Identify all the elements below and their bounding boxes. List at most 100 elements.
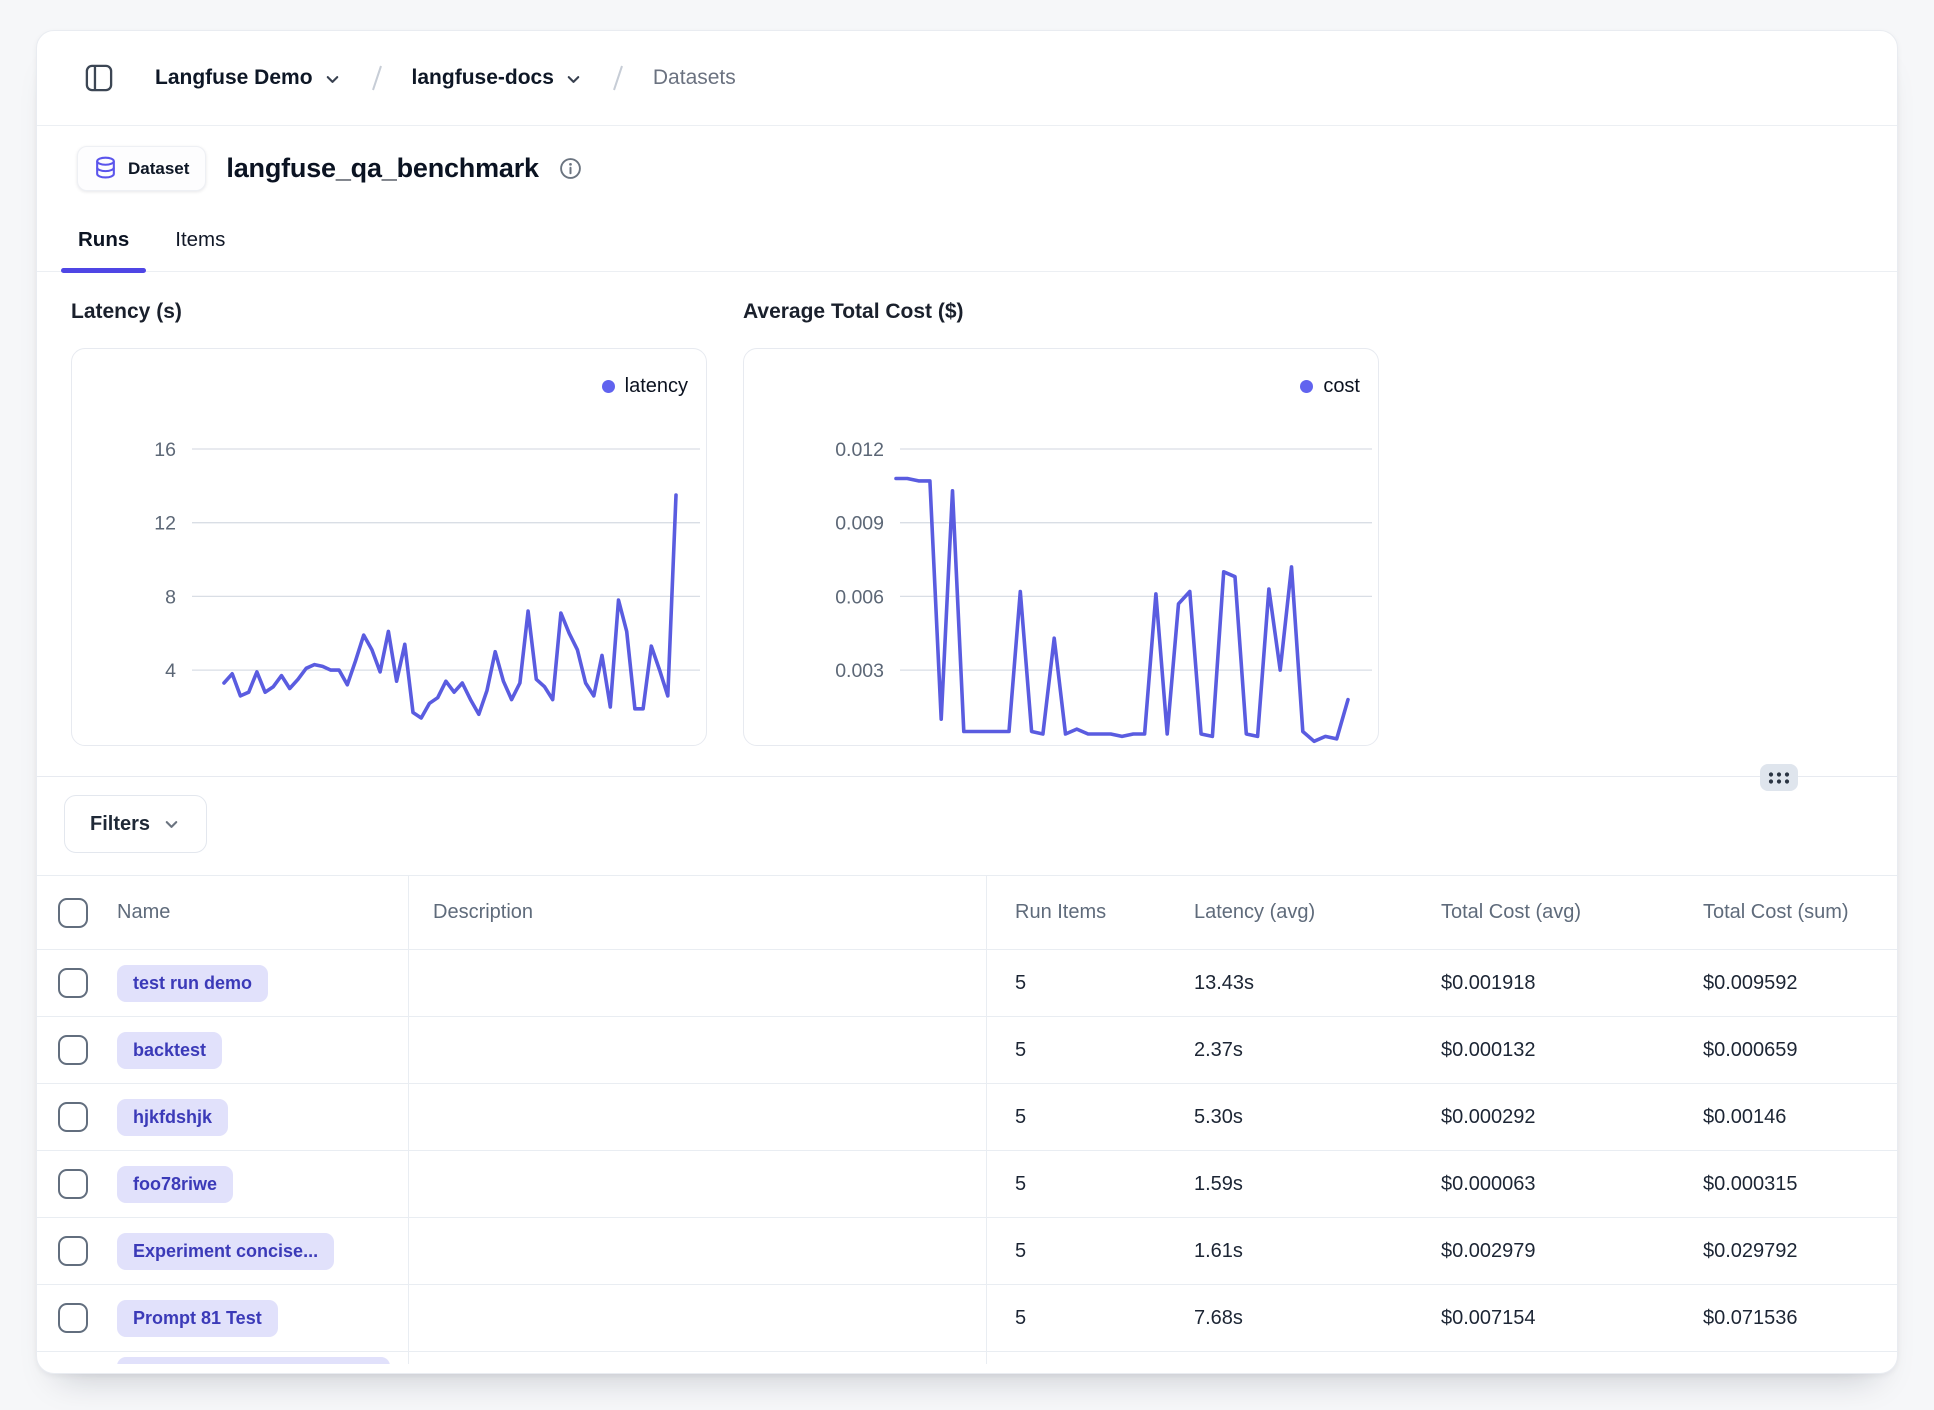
header-name: Name	[111, 876, 409, 949]
latency-chart-group: Latency (s) 16 12 8 4 latency	[71, 300, 707, 746]
chevron-down-icon	[323, 70, 342, 89]
svg-text:8: 8	[165, 586, 176, 608]
row-checkbox[interactable]	[58, 1169, 88, 1199]
tab-runs[interactable]: Runs	[61, 209, 146, 271]
row-total-cost-sum-cell: $0.009592	[1675, 950, 1897, 1016]
row-total-cost-avg-cell: $0.001918	[1413, 950, 1675, 1016]
table-row: foo78riwe 5 1.59s $0.000063 $0.000315	[37, 1151, 1897, 1218]
row-run-items-cell: 5	[987, 1017, 1166, 1083]
run-name-badge[interactable]: hjkfdshjk	[117, 1099, 228, 1136]
row-total-cost-avg-cell: $0.002979	[1413, 1218, 1675, 1284]
title-row: Dataset langfuse_qa_benchmark	[37, 126, 1897, 191]
chevron-down-icon	[564, 70, 583, 89]
legend-dot-icon	[602, 380, 615, 393]
svg-text:0.006: 0.006	[835, 586, 884, 608]
latency-chart-card: 16 12 8 4 latency	[71, 348, 707, 746]
row-run-items-cell: 5	[987, 1084, 1166, 1150]
row-total-cost-avg-cell: $0.007154	[1413, 1285, 1675, 1351]
row-name-cell: Experiment concise...	[111, 1218, 409, 1284]
select-all-checkbox[interactable]	[58, 898, 88, 928]
row-total-cost-sum-cell: $0.029792	[1675, 1218, 1897, 1284]
run-name-badge[interactable]: test run demo	[117, 965, 268, 1002]
row-total-cost-sum-cell: $0.071536	[1675, 1285, 1897, 1351]
filters-button[interactable]: Filters	[64, 795, 207, 853]
header-run-items: Run Items	[987, 876, 1166, 949]
latency-line-chart: 16 12 8 4	[72, 349, 708, 747]
row-checkbox[interactable]	[58, 1236, 88, 1266]
info-icon[interactable]	[559, 157, 582, 180]
run-name-badge[interactable]: backtest	[117, 1032, 222, 1069]
cost-chart-group: Average Total Cost ($) 0.0120.0090.0060.…	[743, 300, 1379, 746]
run-name-badge[interactable]: foo78riwe	[117, 1166, 233, 1203]
tab-items[interactable]: Items	[158, 209, 242, 271]
row-name-cell: Prompt 81 Test	[111, 1285, 409, 1351]
table-row: test run demo 5 13.43s $0.001918 $0.0095…	[37, 950, 1897, 1017]
database-icon	[94, 156, 117, 181]
topbar: Langfuse Demo langfuse-docs Datasets	[37, 31, 1897, 126]
header-checkbox-cell	[37, 876, 111, 949]
filters-row: Filters	[37, 777, 1897, 853]
dataset-badge-label: Dataset	[128, 159, 189, 179]
breadcrumb-slash-icon	[366, 63, 388, 93]
row-description-cell	[409, 1285, 987, 1351]
row-total-cost-avg-cell: $0.000292	[1413, 1084, 1675, 1150]
svg-text:12: 12	[154, 513, 176, 535]
row-name-cell	[111, 1352, 409, 1364]
filters-button-label: Filters	[90, 813, 150, 836]
row-run-items-cell: 5	[987, 1151, 1166, 1217]
sidebar-toggle-button[interactable]	[77, 56, 121, 100]
svg-text:16: 16	[154, 439, 176, 461]
legend-label: latency	[625, 375, 688, 398]
latency-chart-title: Latency (s)	[71, 300, 707, 324]
dataset-type-badge: Dataset	[77, 146, 206, 191]
cost-line-chart: 0.0120.0090.0060.003	[744, 349, 1380, 747]
header-description: Description	[409, 876, 987, 949]
breadcrumb-repo-selector[interactable]: langfuse-docs	[412, 66, 583, 90]
row-total-cost-sum-cell: $0.00146	[1675, 1084, 1897, 1150]
row-total-cost-avg-cell: $0.000132	[1413, 1017, 1675, 1083]
row-description-cell	[409, 1084, 987, 1150]
row-run-items-cell: 5	[987, 950, 1166, 1016]
table-row: hjkfdshjk 5 5.30s $0.000292 $0.00146	[37, 1084, 1897, 1151]
cost-chart-card: 0.0120.0090.0060.003 cost	[743, 348, 1379, 746]
svg-text:0.003: 0.003	[835, 660, 884, 682]
row-name-cell: test run demo	[111, 950, 409, 1016]
grip-dots-icon	[1766, 769, 1792, 787]
row-checkbox-cell	[37, 1352, 111, 1364]
section-divider	[37, 776, 1897, 777]
row-checkbox[interactable]	[58, 1035, 88, 1065]
row-name-cell: backtest	[111, 1017, 409, 1083]
row-checkbox-cell	[37, 1084, 111, 1150]
breadcrumb-page[interactable]: Datasets	[653, 66, 736, 90]
table-body: test run demo 5 13.43s $0.001918 $0.0095…	[37, 950, 1897, 1364]
row-checkbox[interactable]	[58, 968, 88, 998]
table-row-partial	[37, 1352, 1897, 1364]
breadcrumb-project-selector[interactable]: Langfuse Demo	[155, 66, 342, 90]
row-checkbox-cell	[37, 1151, 111, 1217]
page-title: langfuse_qa_benchmark	[226, 153, 538, 184]
header-total-cost-sum: Total Cost (sum)	[1675, 876, 1897, 949]
svg-text:0.012: 0.012	[835, 439, 884, 461]
table-row: Experiment concise... 5 1.61s $0.002979 …	[37, 1218, 1897, 1285]
row-description-cell	[409, 1352, 987, 1364]
svg-text:4: 4	[165, 660, 176, 682]
row-name-cell: foo78riwe	[111, 1151, 409, 1217]
run-name-badge[interactable]: Prompt 81 Test	[117, 1300, 278, 1337]
legend-dot-icon	[1300, 380, 1313, 393]
breadcrumb-project-label: Langfuse Demo	[155, 66, 313, 90]
row-checkbox[interactable]	[58, 1102, 88, 1132]
table-row: backtest 5 2.37s $0.000132 $0.000659	[37, 1017, 1897, 1084]
row-run-items-cell: 5	[987, 1285, 1166, 1351]
panel-left-icon	[84, 63, 114, 93]
row-description-cell	[409, 1218, 987, 1284]
run-name-badge[interactable]: Experiment concise...	[117, 1233, 334, 1270]
row-total-cost-sum-cell: $0.000315	[1675, 1151, 1897, 1217]
run-name-badge[interactable]	[117, 1357, 390, 1364]
row-checkbox[interactable]	[58, 1303, 88, 1333]
header-total-cost-avg: Total Cost (avg)	[1413, 876, 1675, 949]
latency-legend: latency	[602, 375, 688, 398]
breadcrumb-slash-icon	[607, 63, 629, 93]
legend-label: cost	[1323, 375, 1360, 398]
cost-chart-title: Average Total Cost ($)	[743, 300, 1379, 324]
resize-drag-handle[interactable]	[1760, 764, 1798, 791]
